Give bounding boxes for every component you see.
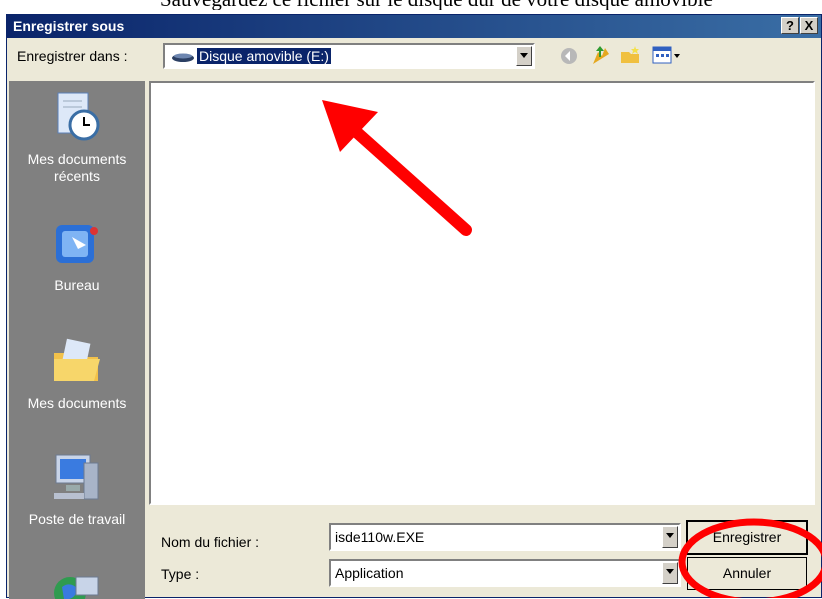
annotation-overlay <box>322 100 822 598</box>
red-circle-annotation <box>678 518 822 598</box>
red-arrow-annotation <box>322 100 472 236</box>
